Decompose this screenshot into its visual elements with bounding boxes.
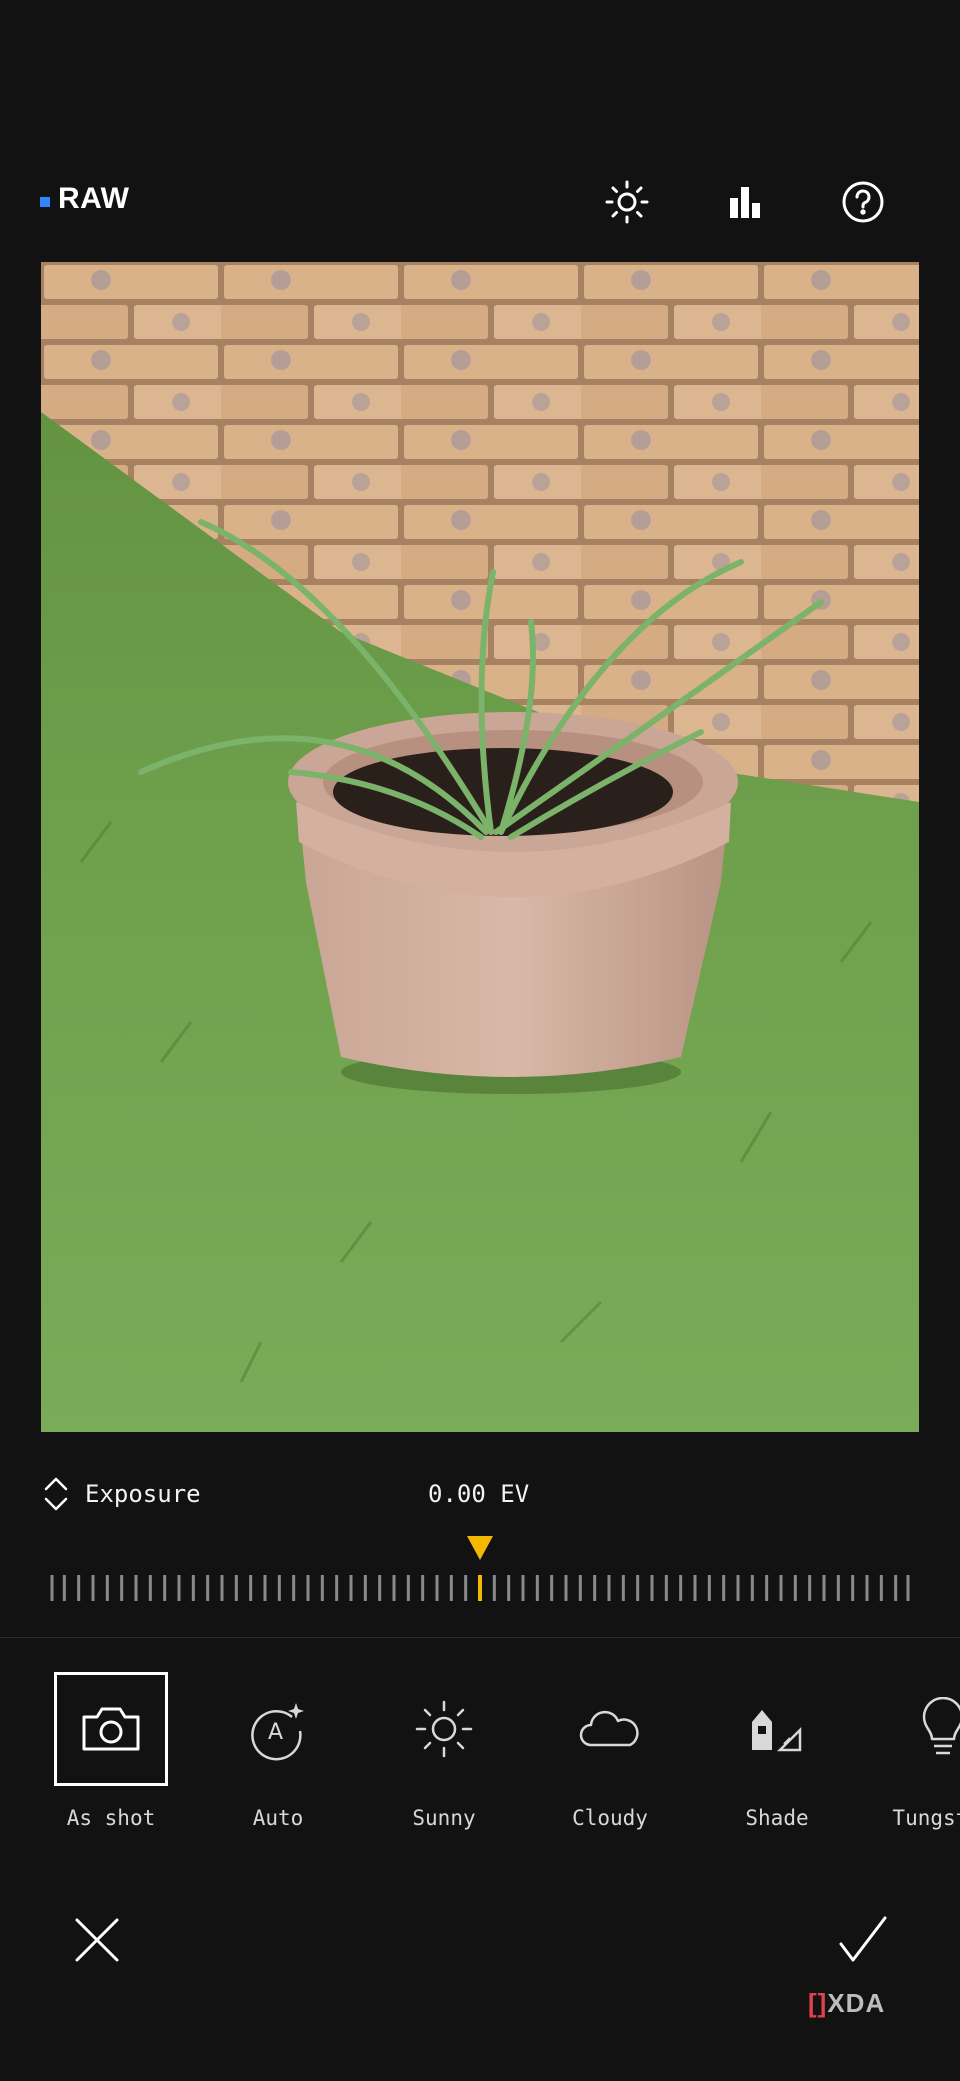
raw-mode-label: RAW <box>58 182 130 215</box>
check-icon <box>839 1916 887 1962</box>
svg-text:A: A <box>268 1720 283 1745</box>
white-balance-strip: As shot A Auto Sunny Cloudy Shade Tungs <box>0 1670 960 1850</box>
wb-preset-box: A <box>221 1672 335 1786</box>
photo-preview <box>41 262 919 1432</box>
wb-preset-box <box>387 1672 501 1786</box>
confirm-button[interactable] <box>833 1910 893 1970</box>
raw-indicator-dot <box>40 197 50 207</box>
watermark-text: XDA <box>827 1988 886 2018</box>
sun-icon[interactable] <box>603 178 651 226</box>
wb-preset-tungsten[interactable]: Tungsten <box>873 1670 960 1840</box>
wb-preset-box <box>553 1672 667 1786</box>
divider <box>0 1637 960 1638</box>
wb-preset-label: Sunny <box>412 1806 476 1830</box>
wb-preset-shade[interactable]: Shade <box>707 1670 847 1840</box>
plant-photo <box>41 262 919 1432</box>
sunny-icon <box>415 1700 473 1758</box>
expand-collapse-icon[interactable] <box>40 1474 72 1518</box>
slider-pointer[interactable] <box>467 1536 493 1564</box>
wb-preset-label: Auto <box>252 1806 304 1830</box>
wb-preset-box <box>720 1672 834 1786</box>
wb-preset-box <box>886 1672 960 1786</box>
exposure-slider[interactable] <box>50 1573 910 1603</box>
exposure-control: Exposure 0.00 EV <box>0 1470 960 1520</box>
cancel-button[interactable] <box>67 1910 127 1970</box>
cloudy-icon <box>579 1710 639 1747</box>
xda-watermark: []XDA <box>808 1988 885 2019</box>
exposure-label: Exposure <box>85 1480 201 1508</box>
wb-preset-box <box>54 1672 168 1786</box>
close-icon <box>75 1918 119 1962</box>
wb-preset-label: Shade <box>745 1806 809 1830</box>
camera-icon <box>82 1707 140 1751</box>
wb-preset-label: Tungsten <box>892 1806 960 1830</box>
auto-icon: A <box>251 1703 304 1761</box>
shade-icon <box>752 1710 802 1752</box>
tungsten-icon <box>922 1697 960 1755</box>
wb-preset-as-shot[interactable]: As shot <box>41 1670 181 1840</box>
wb-preset-label: Cloudy <box>572 1806 648 1830</box>
wb-preset-cloudy[interactable]: Cloudy <box>540 1670 680 1840</box>
watermark-bracket: [] <box>808 1988 828 2018</box>
top-bar: RAW <box>0 160 960 244</box>
histogram-icon[interactable] <box>721 178 769 226</box>
wb-preset-label: As shot <box>66 1806 156 1830</box>
exposure-value: 0.00 EV <box>428 1480 530 1508</box>
wb-preset-auto[interactable]: A Auto <box>208 1670 348 1840</box>
help-icon[interactable] <box>839 178 887 226</box>
wb-preset-sunny[interactable]: Sunny <box>374 1670 514 1840</box>
